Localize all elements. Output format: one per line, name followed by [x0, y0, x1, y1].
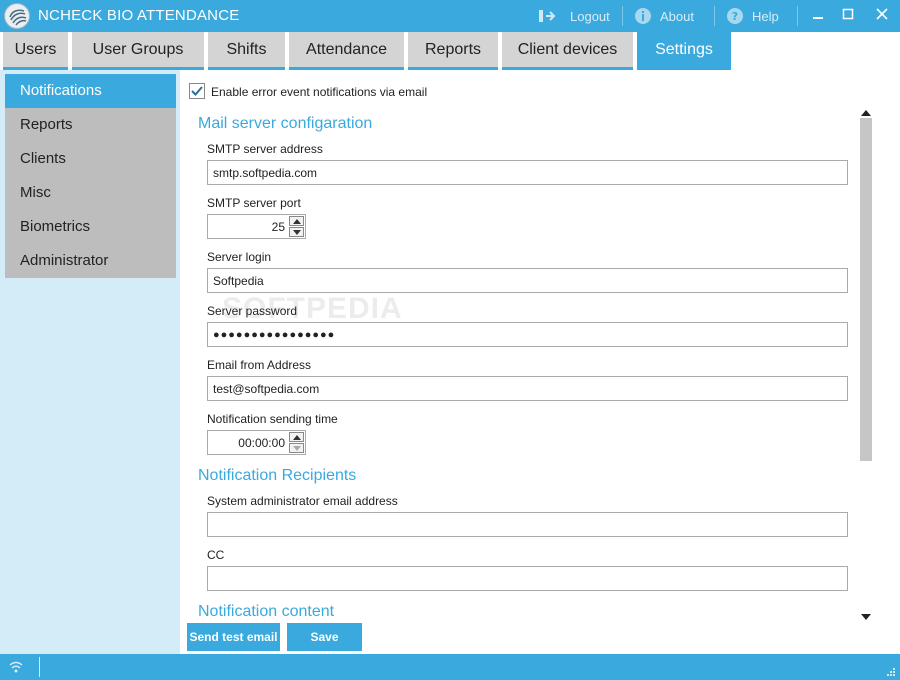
- app-title: NCHECK BIO ATTENDANCE: [38, 7, 240, 24]
- maximize-button[interactable]: [836, 4, 860, 26]
- help-icon: ?: [726, 7, 744, 25]
- sidebar-item-biometrics[interactable]: Biometrics: [5, 210, 176, 244]
- tab-settings[interactable]: Settings: [637, 32, 731, 70]
- enable-notifications-label: Enable error event notifications via ema…: [211, 85, 428, 99]
- server-login-input[interactable]: [207, 268, 848, 293]
- tab-users[interactable]: Users: [3, 32, 68, 70]
- email-from-label: Email from Address: [207, 358, 312, 372]
- title-bar: NCHECK BIO ATTENDANCE Logout About ? Hel…: [0, 0, 900, 32]
- logout-label: Logout: [570, 8, 610, 24]
- content-section-title: Notification content: [198, 603, 335, 620]
- info-icon: [634, 7, 652, 25]
- server-password-input[interactable]: [207, 322, 848, 347]
- app-logo-icon: [4, 3, 30, 29]
- send-test-email-button[interactable]: Send test email: [187, 623, 280, 651]
- mail-server-section-title: Mail server configaration: [198, 115, 373, 132]
- titlebar-divider: [797, 6, 798, 26]
- server-login-label: Server login: [207, 250, 272, 264]
- smtp-address-label: SMTP server address: [207, 142, 323, 156]
- close-icon: [876, 8, 888, 20]
- maximize-icon: [842, 8, 854, 20]
- sidebar-item-notifications[interactable]: Notifications: [5, 74, 176, 108]
- minimize-icon: [813, 17, 823, 19]
- recipients-section-title: Notification Recipients: [198, 467, 357, 484]
- scroll-down-icon: [861, 614, 871, 620]
- tab-attendance[interactable]: Attendance: [289, 32, 404, 70]
- scroll-up-icon: [861, 110, 871, 116]
- enable-notifications-checkbox[interactable]: [189, 83, 205, 99]
- smtp-port-value: 25: [271, 220, 285, 234]
- chevron-up-icon: [293, 219, 301, 224]
- cc-label: CC: [207, 548, 225, 562]
- smtp-port-increment[interactable]: [289, 216, 304, 226]
- tab-reports[interactable]: Reports: [408, 32, 498, 70]
- sending-time-increment[interactable]: [289, 432, 304, 442]
- minimize-button[interactable]: [806, 4, 830, 26]
- chevron-down-icon: [293, 230, 301, 235]
- tab-user-groups[interactable]: User Groups: [72, 32, 204, 70]
- resize-grip-icon[interactable]: [884, 665, 896, 677]
- sidebar-item-misc[interactable]: Misc: [5, 176, 176, 210]
- admin-email-input[interactable]: [207, 512, 848, 537]
- save-button[interactable]: Save: [287, 623, 362, 651]
- sending-time-stepper[interactable]: 00:00:00: [207, 430, 306, 455]
- sending-time-label: Notification sending time: [207, 412, 338, 426]
- chevron-down-icon: [293, 446, 301, 451]
- checkmark-icon: [191, 86, 203, 96]
- close-button[interactable]: [870, 4, 894, 26]
- sidebar-item-reports[interactable]: Reports: [5, 108, 176, 142]
- settings-sidebar: Notifications Reports Clients Misc Biome…: [0, 70, 180, 654]
- titlebar-divider: [622, 6, 623, 26]
- smtp-port-stepper[interactable]: 25: [207, 214, 306, 239]
- sidebar-menu: Notifications Reports Clients Misc Biome…: [5, 74, 176, 278]
- chevron-up-icon: [293, 435, 301, 440]
- sending-time-decrement[interactable]: [289, 443, 304, 453]
- admin-email-label: System administrator email address: [207, 494, 398, 508]
- status-bar: [0, 654, 900, 680]
- tab-shifts[interactable]: Shifts: [208, 32, 285, 70]
- smtp-port-decrement[interactable]: [289, 227, 304, 237]
- scroll-down-button[interactable]: [860, 608, 872, 626]
- scrollbar-thumb[interactable]: [860, 118, 872, 461]
- about-label: About: [660, 8, 694, 24]
- status-divider: [39, 657, 40, 677]
- smtp-address-input[interactable]: [207, 160, 848, 185]
- logout-button[interactable]: Logout: [538, 7, 610, 25]
- wifi-icon: [9, 661, 23, 673]
- tab-client-devices[interactable]: Client devices: [502, 32, 633, 70]
- about-button[interactable]: About: [634, 7, 694, 25]
- titlebar-divider: [714, 6, 715, 26]
- cc-input[interactable]: [207, 566, 848, 591]
- sidebar-item-clients[interactable]: Clients: [5, 142, 176, 176]
- sending-time-value: 00:00:00: [238, 436, 285, 450]
- server-password-label: Server password: [207, 304, 298, 318]
- smtp-port-label: SMTP server port: [207, 196, 301, 210]
- sidebar-item-administrator[interactable]: Administrator: [5, 244, 176, 278]
- help-button[interactable]: ? Help: [726, 7, 779, 25]
- main-tabs: Users User Groups Shifts Attendance Repo…: [0, 32, 900, 70]
- svg-text:?: ?: [732, 10, 738, 23]
- help-label: Help: [752, 8, 779, 24]
- email-from-input[interactable]: [207, 376, 848, 401]
- logout-icon: [538, 7, 556, 25]
